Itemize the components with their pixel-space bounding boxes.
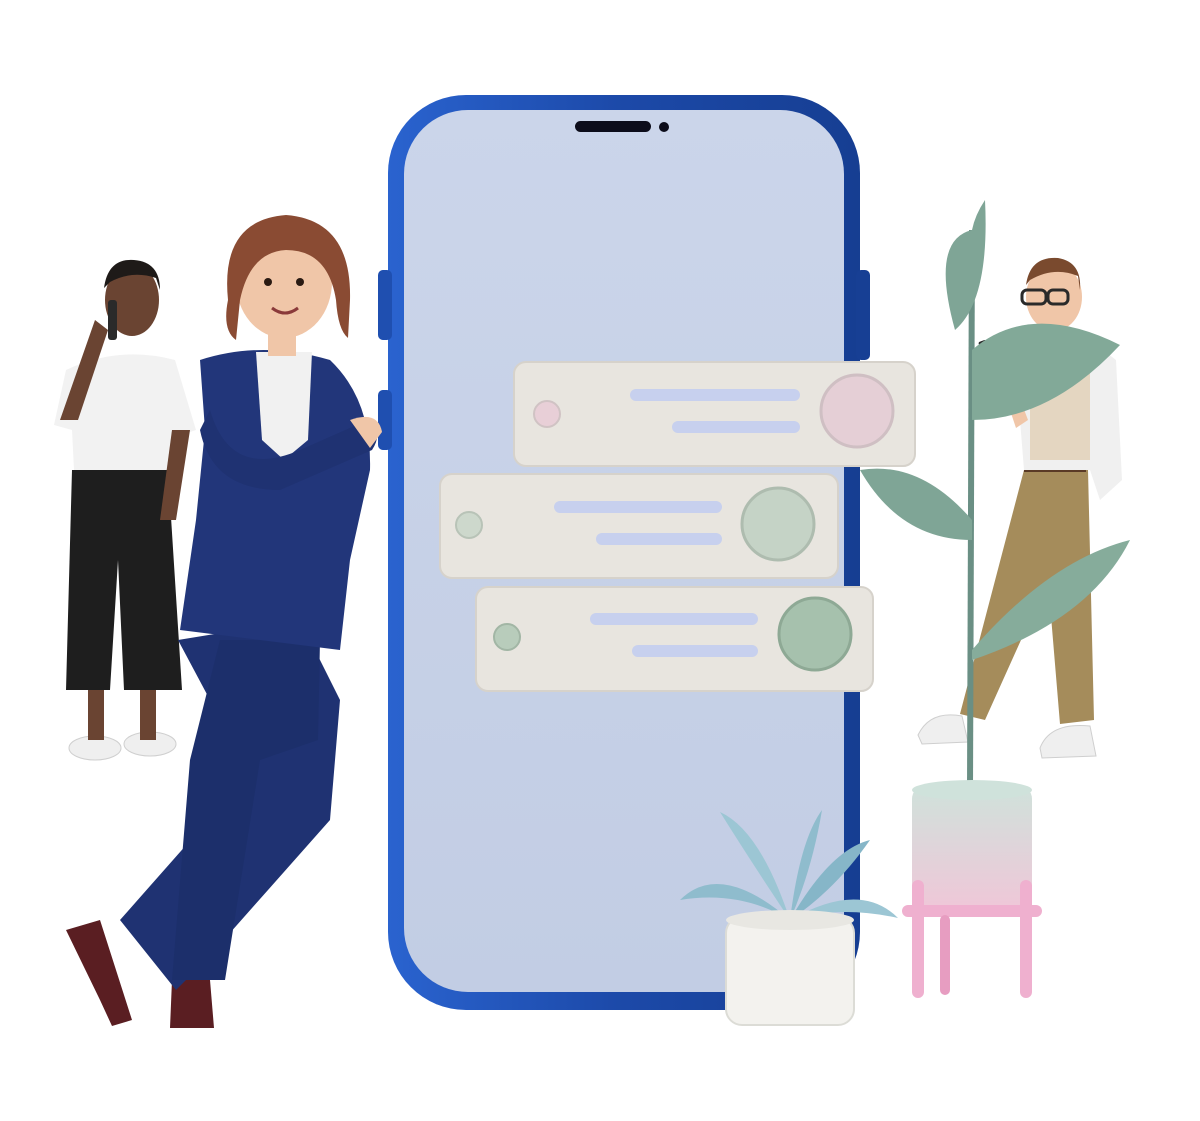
phone-camera: [659, 122, 669, 132]
phone-side-button-right: [856, 270, 870, 360]
tall-plant-pot: [912, 785, 1032, 913]
phone-side-button-left-2: [378, 390, 392, 450]
card-3-avatar-dot: [777, 596, 853, 672]
illustration-scene: [54, 95, 1130, 1028]
card-2-small-dot: [455, 511, 483, 539]
card-2-line-1: [554, 501, 722, 513]
card-1-small-dot: [533, 400, 561, 428]
person-on-phone: [54, 259, 196, 761]
phone-speaker: [575, 121, 651, 132]
card-1-line-2: [672, 421, 800, 433]
card-3-small-dot: [493, 623, 521, 651]
card-1-line-1: [630, 389, 800, 401]
message-card-2: [439, 473, 839, 579]
card-3-line-2: [632, 645, 758, 657]
message-card-3: [475, 586, 874, 692]
small-plant-pot: [725, 916, 855, 1026]
card-2-line-2: [596, 533, 722, 545]
card-3-line-1: [590, 613, 758, 625]
card-1-avatar-dot: [819, 373, 895, 449]
card-2-avatar-dot: [740, 486, 816, 562]
phone-side-button-left: [378, 270, 392, 340]
message-card-1: [513, 361, 916, 467]
